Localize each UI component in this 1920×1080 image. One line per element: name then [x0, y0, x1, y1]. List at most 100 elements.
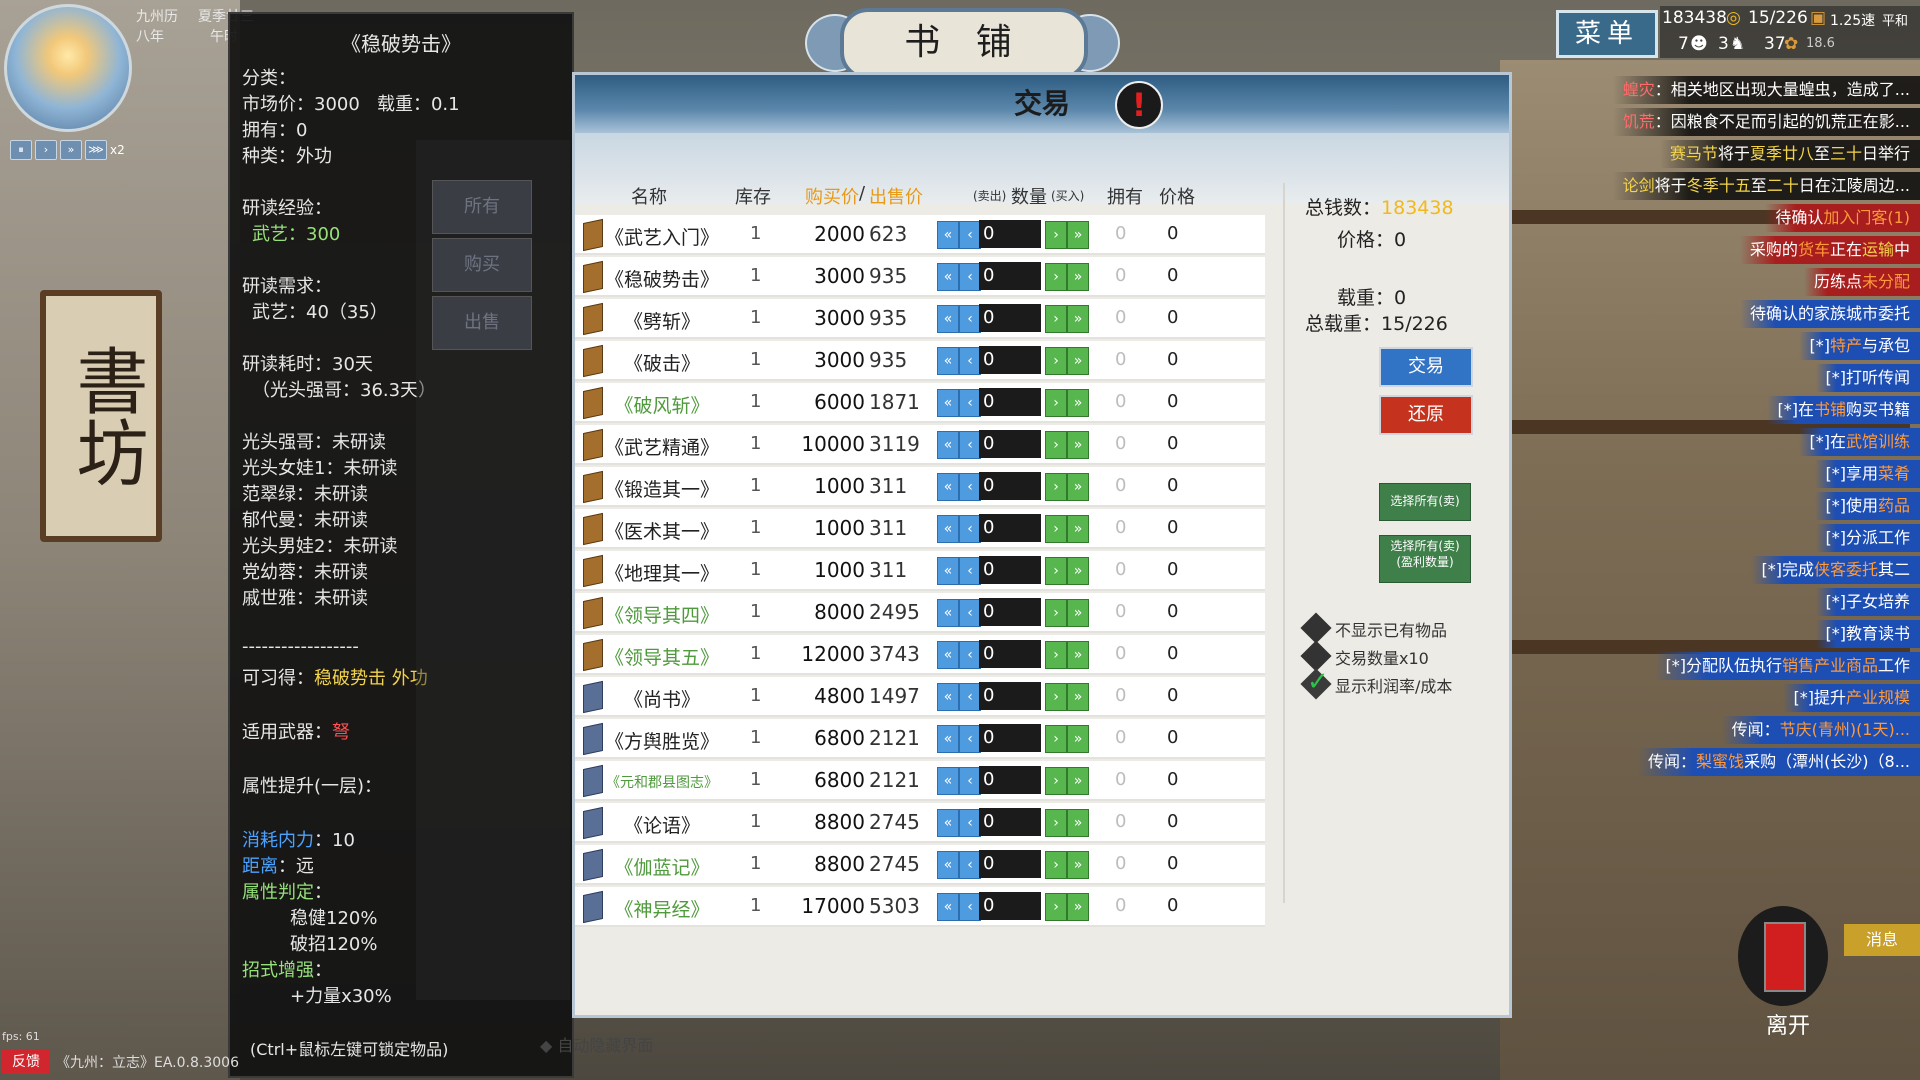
table-row[interactable]: 《武艺入门》 1 2000 623 «‹ 0 ›» 0 0 [575, 215, 1265, 255]
news-item[interactable]: [*]完成侠客委托其二 [1751, 556, 1920, 584]
qty-buy-max-button[interactable]: » [1067, 515, 1089, 543]
qty-sell-max-button[interactable]: « [937, 725, 959, 753]
news-item[interactable]: [*]子女培养 [1815, 588, 1920, 616]
qty-buy-one-button[interactable]: › [1045, 221, 1067, 249]
table-row[interactable]: 《方舆胜览》 1 6800 2121 «‹ 0 ›» 0 0 [575, 719, 1265, 759]
qty-buy-max-button[interactable]: » [1067, 305, 1089, 333]
qty-sell-max-button[interactable]: « [937, 347, 959, 375]
news-item[interactable]: 论剑将于冬季十五至二十日在江陵周边... [1612, 172, 1920, 200]
qty-buy-one-button[interactable]: › [1045, 851, 1067, 879]
qty-sell-max-button[interactable]: « [937, 389, 959, 417]
news-item[interactable]: [*]分配队伍执行销售产业商品工作 [1655, 652, 1920, 680]
filter-tab-all[interactable]: 所有 [432, 180, 532, 234]
speed-2-button[interactable]: » [60, 140, 82, 160]
qty-value[interactable]: 0 [979, 430, 1041, 458]
qty-value[interactable]: 0 [979, 514, 1041, 542]
qty-sell-max-button[interactable]: « [937, 641, 959, 669]
qty-value[interactable]: 0 [979, 682, 1041, 710]
speed-1-button[interactable]: › [35, 140, 57, 160]
qty-buy-max-button[interactable]: » [1067, 893, 1089, 921]
table-row[interactable]: 《医术其一》 1 1000 311 «‹ 0 ›» 0 0 [575, 509, 1265, 549]
qty-buy-max-button[interactable]: » [1067, 557, 1089, 585]
qty-value[interactable]: 0 [979, 346, 1041, 374]
qty-sell-one-button[interactable]: ‹ [959, 473, 981, 501]
qty-sell-max-button[interactable]: « [937, 305, 959, 333]
news-item[interactable]: 采购的货车正在运输中 [1739, 236, 1920, 264]
message-button[interactable]: 消息 [1844, 924, 1920, 956]
table-row[interactable]: 《武艺精通》 1 10000 3119 «‹ 0 ›» 0 0 [575, 425, 1265, 465]
news-item[interactable]: [*]在书铺购买书籍 [1767, 396, 1920, 424]
day-clock[interactable] [4, 4, 132, 132]
qty-sell-max-button[interactable]: « [937, 599, 959, 627]
table-row[interactable]: 《元和郡县图志》 1 6800 2121 «‹ 0 ›» 0 0 [575, 761, 1265, 801]
qty-buy-one-button[interactable]: › [1045, 305, 1067, 333]
qty-value[interactable]: 0 [979, 472, 1041, 500]
qty-value[interactable]: 0 [979, 850, 1041, 878]
qty-buy-max-button[interactable]: » [1067, 851, 1089, 879]
feedback-button[interactable]: 反馈 [2, 1050, 50, 1074]
qty-buy-one-button[interactable]: › [1045, 767, 1067, 795]
qty-sell-one-button[interactable]: ‹ [959, 515, 981, 543]
qty-value[interactable]: 0 [979, 808, 1041, 836]
alert-icon[interactable]: ! [1115, 81, 1163, 129]
table-row[interactable]: 《领导其四》 1 8000 2495 «‹ 0 ›» 0 0 [575, 593, 1265, 633]
reset-button[interactable]: 还原 [1379, 395, 1473, 435]
qty-sell-one-button[interactable]: ‹ [959, 725, 981, 753]
qty-sell-one-button[interactable]: ‹ [959, 809, 981, 837]
qty-sell-one-button[interactable]: ‹ [959, 599, 981, 627]
news-item[interactable]: 待确认加入门客(1) [1765, 204, 1920, 232]
news-item[interactable]: 蝗灾：相关地区出现大量蝗虫，造成了... [1612, 76, 1920, 104]
filter-tab-sell[interactable]: 出售 [432, 296, 532, 350]
qty-sell-one-button[interactable]: ‹ [959, 893, 981, 921]
qty-value[interactable]: 0 [979, 220, 1041, 248]
news-item[interactable]: [*]享用菜肴 [1815, 460, 1920, 488]
qty-sell-one-button[interactable]: ‹ [959, 389, 981, 417]
qty-sell-max-button[interactable]: « [937, 473, 959, 501]
qty-value[interactable]: 0 [979, 724, 1041, 752]
qty-buy-one-button[interactable]: › [1045, 641, 1067, 669]
qty-sell-one-button[interactable]: ‹ [959, 683, 981, 711]
auto-hide-toggle[interactable]: ◆ 自动隐藏界面 [540, 1032, 653, 1056]
qty-value[interactable]: 0 [979, 556, 1041, 584]
qty-buy-max-button[interactable]: » [1067, 389, 1089, 417]
qty-buy-max-button[interactable]: » [1067, 683, 1089, 711]
qty-buy-one-button[interactable]: › [1045, 599, 1067, 627]
qty-buy-max-button[interactable]: » [1067, 641, 1089, 669]
table-row[interactable]: 《锻造其一》 1 1000 311 «‹ 0 ›» 0 0 [575, 467, 1265, 507]
qty-value[interactable]: 0 [979, 262, 1041, 290]
qty-buy-one-button[interactable]: › [1045, 893, 1067, 921]
qty-sell-max-button[interactable]: « [937, 221, 959, 249]
select-all-sell-profit-button[interactable]: 选择所有(卖) (盈利数量) [1379, 535, 1471, 583]
speed-3-button[interactable]: ⋙ [85, 140, 107, 160]
qty-sell-one-button[interactable]: ‹ [959, 263, 981, 291]
qty-value[interactable]: 0 [979, 892, 1041, 920]
news-item[interactable]: [*]分派工作 [1815, 524, 1920, 552]
menu-button[interactable]: 菜单 [1556, 10, 1658, 58]
qty-value[interactable]: 0 [979, 640, 1041, 668]
qty-value[interactable]: 0 [979, 304, 1041, 332]
table-row[interactable]: 《领导其五》 1 12000 3743 «‹ 0 ›» 0 0 [575, 635, 1265, 675]
qty-buy-max-button[interactable]: » [1067, 347, 1089, 375]
qty-sell-one-button[interactable]: ‹ [959, 851, 981, 879]
qty-sell-max-button[interactable]: « [937, 683, 959, 711]
qty-sell-max-button[interactable]: « [937, 809, 959, 837]
qty-buy-one-button[interactable]: › [1045, 263, 1067, 291]
qty-buy-max-button[interactable]: » [1067, 431, 1089, 459]
table-row[interactable]: 《地理其一》 1 1000 311 «‹ 0 ›» 0 0 [575, 551, 1265, 591]
qty-value[interactable]: 0 [979, 388, 1041, 416]
qty-buy-max-button[interactable]: » [1067, 221, 1089, 249]
pause-button[interactable]: ⏸ [10, 140, 32, 160]
qty-buy-one-button[interactable]: › [1045, 347, 1067, 375]
qty-buy-max-button[interactable]: » [1067, 809, 1089, 837]
select-all-sell-button[interactable]: 选择所有(卖) [1379, 483, 1471, 521]
qty-sell-max-button[interactable]: « [937, 263, 959, 291]
table-row[interactable]: 《破风斩》 1 6000 1871 «‹ 0 ›» 0 0 [575, 383, 1265, 423]
qty-sell-one-button[interactable]: ‹ [959, 767, 981, 795]
qty-sell-one-button[interactable]: ‹ [959, 641, 981, 669]
qty-sell-max-button[interactable]: « [937, 893, 959, 921]
news-item[interactable]: [*]教育读书 [1815, 620, 1920, 648]
news-item[interactable]: 传闻：节庆(青州)(1天)... [1721, 716, 1920, 744]
qty-buy-one-button[interactable]: › [1045, 683, 1067, 711]
table-row[interactable]: 《神异经》 1 17000 5303 «‹ 0 ›» 0 0 [575, 887, 1265, 927]
qty-value[interactable]: 0 [979, 598, 1041, 626]
